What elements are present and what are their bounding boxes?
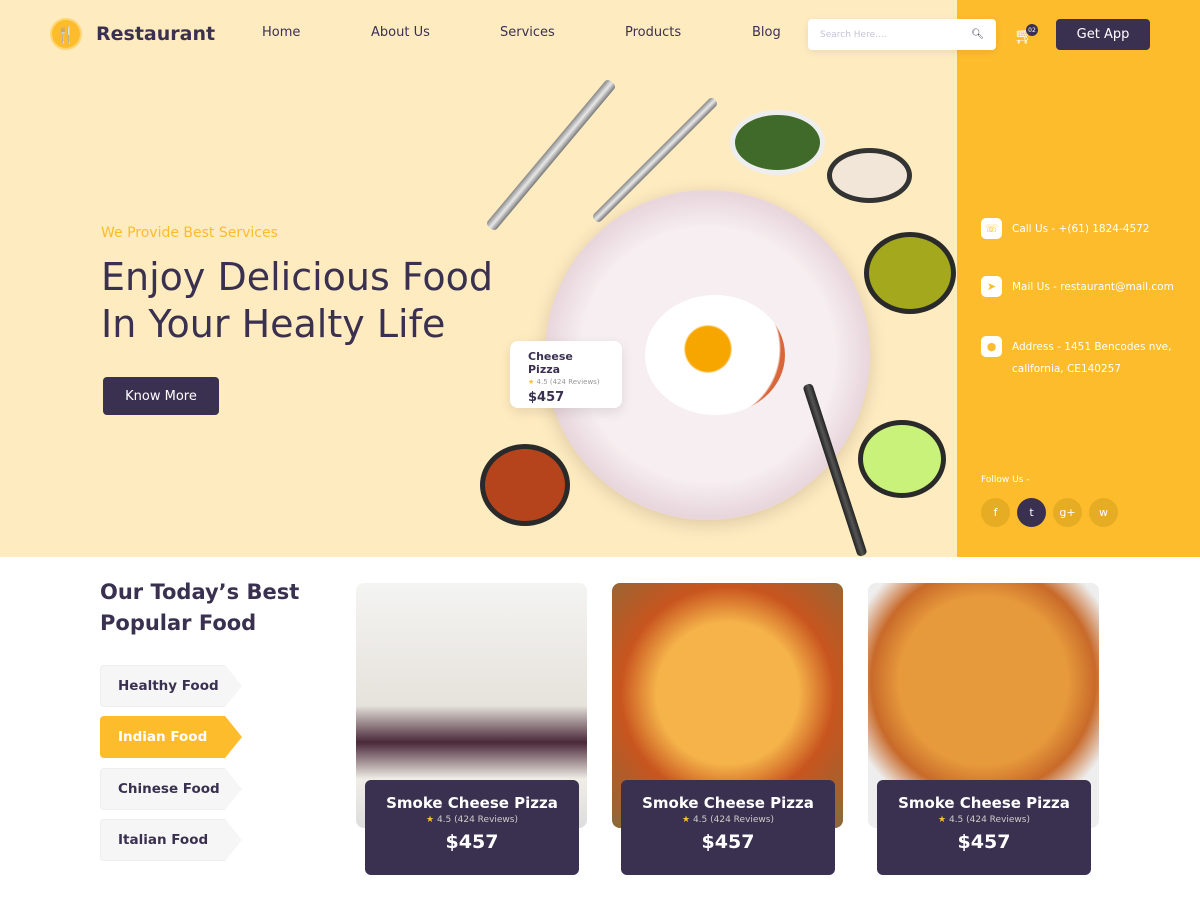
food-price: $457 bbox=[957, 831, 1011, 853]
food-name: Smoke Cheese Pizza bbox=[898, 794, 1070, 812]
tab-chinese-food[interactable]: Chinese Food bbox=[100, 768, 242, 810]
egg-toast-image bbox=[645, 295, 785, 415]
send-icon: ➤ bbox=[981, 276, 1002, 297]
popular-title-line2: Popular Food bbox=[100, 611, 257, 635]
cart-icon[interactable]: 🛒︎ 02 bbox=[1014, 24, 1038, 45]
tab-italian-food[interactable]: Italian Food bbox=[100, 819, 242, 861]
featured-rating: 4.5 (424 Reviews) bbox=[536, 378, 600, 386]
whatsapp-icon[interactable]: w bbox=[1089, 498, 1118, 527]
food-price: $457 bbox=[701, 831, 755, 853]
hero-title-line1: Enjoy Delicious Food bbox=[101, 255, 494, 299]
tab-healthy-food[interactable]: Healthy Food bbox=[100, 665, 242, 707]
featured-food-card[interactable]: Cheese Pizza ★ 4.5 (424 Reviews) $457 bbox=[510, 341, 622, 408]
green-sauce-bowl-image bbox=[858, 420, 946, 498]
popular-title: Our Today’s Best Popular Food bbox=[100, 577, 299, 639]
featured-price: $457 bbox=[528, 390, 565, 405]
food-rating: 4.5 (424 Reviews) bbox=[436, 815, 518, 825]
know-more-button[interactable]: Know More bbox=[103, 377, 219, 415]
salsa-bowl-image bbox=[480, 444, 570, 526]
hero-subtitle: We Provide Best Services bbox=[101, 225, 278, 241]
facebook-icon[interactable]: f bbox=[981, 498, 1010, 527]
star-icon: ★ bbox=[938, 815, 947, 825]
nav-products[interactable]: Products bbox=[625, 25, 681, 40]
twitter-icon[interactable]: t bbox=[1017, 498, 1046, 527]
google-plus-icon[interactable]: g+ bbox=[1053, 498, 1082, 527]
logo[interactable]: 🍴 Restaurant bbox=[50, 18, 215, 50]
featured-name: Cheese Pizza bbox=[528, 350, 573, 376]
yogurt-bowl-image bbox=[827, 148, 912, 203]
food-card[interactable]: Smoke Cheese Pizza ★ 4.5 (424 Reviews) $… bbox=[365, 780, 579, 875]
search-input[interactable]: Search Here.... 🔍︎ bbox=[808, 19, 996, 50]
search-icon[interactable]: 🔍︎ bbox=[971, 29, 984, 40]
contact-address: ● Address - 1451 Bencodes nve, california,… bbox=[981, 336, 1171, 380]
call-text: Call Us - +(61) 1824-4572 bbox=[1012, 223, 1150, 235]
nav-home[interactable]: Home bbox=[262, 25, 300, 40]
contact-mail[interactable]: ➤ Mail Us - restaurant@mail.com bbox=[981, 276, 1174, 298]
nav-blog[interactable]: Blog bbox=[752, 25, 781, 40]
star-icon: ★ bbox=[528, 378, 535, 386]
address-line2: california, CE140257 bbox=[1012, 363, 1122, 375]
star-icon: ★ bbox=[426, 815, 435, 825]
utensils-icon: 🍴 bbox=[50, 18, 82, 50]
nav-about[interactable]: About Us bbox=[371, 25, 430, 40]
food-card[interactable]: Smoke Cheese Pizza ★ 4.5 (424 Reviews) $… bbox=[877, 780, 1091, 875]
sauce-bowl-image bbox=[864, 232, 956, 314]
nav-services[interactable]: Services bbox=[500, 25, 555, 40]
pesto-bowl-image bbox=[730, 110, 825, 175]
tab-indian-food[interactable]: Indian Food bbox=[100, 716, 242, 758]
search-placeholder: Search Here.... bbox=[820, 29, 887, 40]
food-price: $457 bbox=[445, 831, 499, 853]
mail-text: Mail Us - restaurant@mail.com bbox=[1012, 281, 1174, 293]
food-name: Smoke Cheese Pizza bbox=[386, 794, 558, 812]
hero-title-line2: In Your Healty Life bbox=[101, 302, 446, 346]
get-app-button[interactable]: Get App bbox=[1056, 19, 1150, 50]
cart-badge: 02 bbox=[1026, 24, 1038, 36]
popular-title-line1: Our Today’s Best bbox=[100, 580, 300, 604]
food-rating: 4.5 (424 Reviews) bbox=[948, 815, 1030, 825]
star-icon: ★ bbox=[682, 815, 691, 825]
food-rating: 4.5 (424 Reviews) bbox=[692, 815, 774, 825]
hero-title: Enjoy Delicious Food In Your Healty Life bbox=[101, 254, 493, 348]
address-line1: Address - 1451 Bencodes nve, bbox=[1012, 341, 1172, 353]
phone-icon: ☏ bbox=[981, 218, 1002, 239]
food-card[interactable]: Smoke Cheese Pizza ★ 4.5 (424 Reviews) $… bbox=[621, 780, 835, 875]
follow-label: Follow Us - bbox=[981, 475, 1030, 485]
brand-name: Restaurant bbox=[96, 23, 216, 45]
contact-call[interactable]: ☏ Call Us - +(61) 1824-4572 bbox=[981, 218, 1149, 240]
food-name: Smoke Cheese Pizza bbox=[642, 794, 814, 812]
location-pin-icon: ● bbox=[981, 336, 1002, 357]
